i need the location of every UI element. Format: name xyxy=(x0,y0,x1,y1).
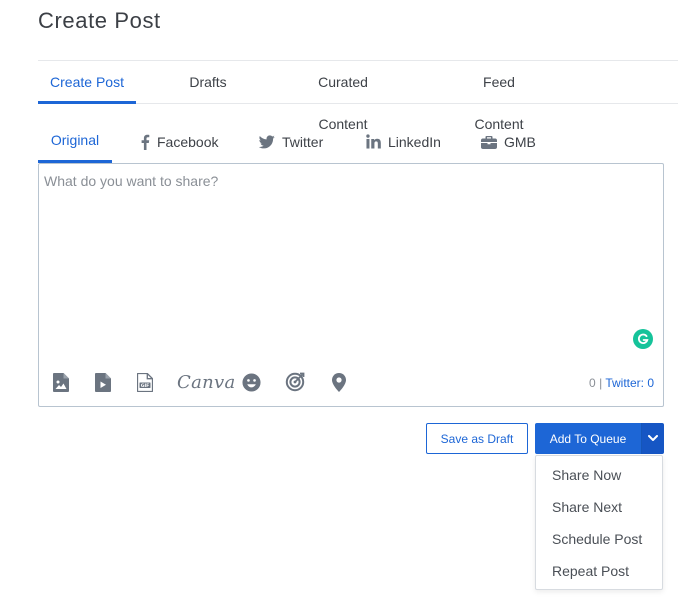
menu-item-schedule-post[interactable]: Schedule Post xyxy=(536,523,662,555)
tab-feed-content[interactable]: Feed Content xyxy=(458,61,540,132)
tab-curated-content[interactable]: Curated Content xyxy=(293,61,393,132)
tab-drafts[interactable]: Drafts xyxy=(188,61,228,104)
twitter-char-count[interactable]: Twitter: 0 xyxy=(605,376,654,390)
gif-icon[interactable]: GIF xyxy=(135,372,155,392)
queue-options-menu: Share Now Share Next Schedule Post Repea… xyxy=(535,455,663,590)
main-tabs: Create Post Drafts Curated Content Feed … xyxy=(38,60,678,132)
linkedin-icon xyxy=(366,134,381,149)
post-editor: GIF Canva 0 | Twitter: 0 xyxy=(38,163,664,407)
tab-create-post[interactable]: Create Post xyxy=(38,61,136,104)
tab-twitter-label: Twitter xyxy=(282,133,324,150)
tab-gmb[interactable]: GMB xyxy=(481,120,536,163)
video-icon[interactable] xyxy=(93,372,113,392)
menu-item-share-now[interactable]: Share Now xyxy=(536,459,662,491)
save-as-draft-button[interactable]: Save as Draft xyxy=(426,423,528,454)
twitter-icon xyxy=(259,134,275,149)
briefcase-icon xyxy=(481,135,497,149)
tab-original-label: Original xyxy=(50,132,100,148)
menu-item-repeat-post[interactable]: Repeat Post xyxy=(536,555,662,587)
tab-facebook-label: Facebook xyxy=(157,133,219,150)
add-to-queue-button[interactable]: Add To Queue xyxy=(535,423,641,454)
canva-label: Canva xyxy=(177,371,236,393)
chevron-down-icon xyxy=(648,435,658,442)
network-tabs: Original Facebook Twitter LinkedIn GMB xyxy=(38,120,664,164)
grammarly-icon[interactable] xyxy=(633,329,653,349)
tab-linkedin[interactable]: LinkedIn xyxy=(366,120,441,163)
post-text-input[interactable] xyxy=(39,164,663,354)
image-icon[interactable] xyxy=(51,372,71,392)
tab-linkedin-label: LinkedIn xyxy=(388,133,441,150)
facebook-icon xyxy=(140,134,150,150)
tab-gmb-label: GMB xyxy=(504,133,536,150)
char-count-total: 0 xyxy=(589,376,596,390)
character-counter: 0 | Twitter: 0 xyxy=(589,376,654,390)
page-title: Create Post xyxy=(38,8,161,33)
emoji-icon[interactable] xyxy=(241,372,261,392)
location-icon[interactable] xyxy=(329,372,349,392)
target-icon[interactable] xyxy=(285,372,305,392)
menu-item-share-next[interactable]: Share Next xyxy=(536,491,662,523)
tab-original[interactable]: Original xyxy=(38,120,112,163)
tab-twitter[interactable]: Twitter xyxy=(259,120,323,163)
canva-icon[interactable]: Canva xyxy=(177,372,235,393)
svg-text:GIF: GIF xyxy=(141,383,150,389)
queue-options-toggle[interactable] xyxy=(641,423,664,454)
char-count-separator: | xyxy=(595,376,606,390)
tab-facebook[interactable]: Facebook xyxy=(140,120,218,163)
